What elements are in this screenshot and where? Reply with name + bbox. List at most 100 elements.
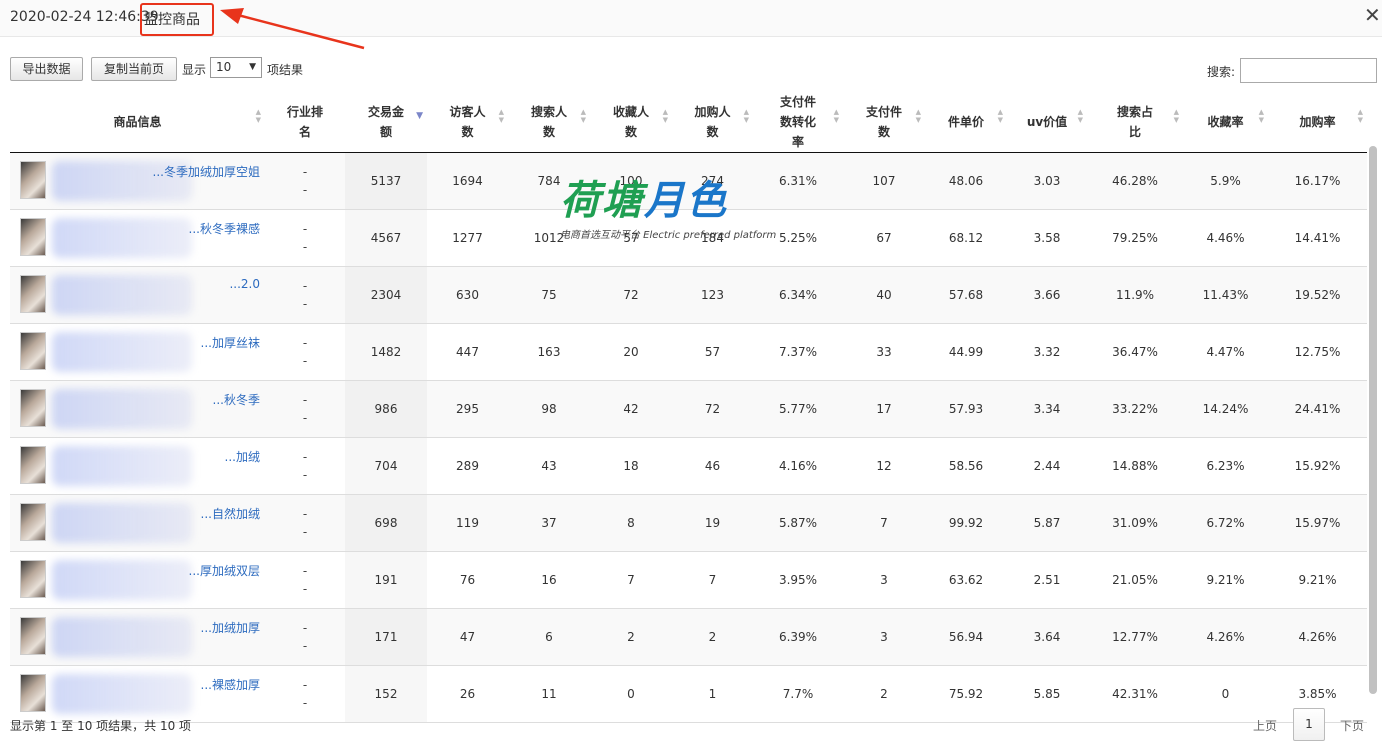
product-thumbnail[interactable]: [20, 275, 46, 313]
cell-favorite-rate: 0: [1183, 665, 1268, 723]
cell-favoriters: 7: [590, 551, 672, 609]
rank-value: -: [302, 564, 308, 578]
cell-industry-rank: --: [265, 608, 345, 666]
header-favoriters[interactable]: 收藏人数 ▲ ▼: [590, 92, 672, 153]
cell-search-ratio: 46.28%: [1087, 152, 1183, 210]
cell-paid-conversion: 5.25%: [753, 209, 843, 267]
product-thumbnail[interactable]: [20, 446, 46, 484]
search-label: 搜索:: [1207, 65, 1236, 79]
cell-cart-rate: 12.75%: [1268, 323, 1367, 381]
sort-icon: ▲ ▼: [915, 108, 921, 124]
product-thumbnail[interactable]: [20, 218, 46, 256]
cell-cart-rate: 9.21%: [1268, 551, 1367, 609]
next-page-button[interactable]: 下页: [1340, 717, 1364, 734]
header-search-ratio[interactable]: 搜索占比 ▲ ▼: [1087, 92, 1183, 153]
sort-icon: ▲ ▼: [743, 108, 749, 124]
header-trade-amount[interactable]: 交易金额 ▼: [345, 92, 427, 153]
header-label: 交易金额: [367, 105, 404, 139]
export-data-button[interactable]: 导出数据: [10, 57, 83, 81]
cell-cart-rate: 24.41%: [1268, 380, 1367, 438]
pagination-info: 显示第 1 至 10 项结果，共 10 项: [10, 719, 192, 733]
cell-cart-rate: 15.92%: [1268, 437, 1367, 495]
rank-change: -: [302, 696, 308, 710]
page-size-select[interactable]: 10 ▼: [210, 57, 262, 78]
header-product-info[interactable]: 商品信息 ▲ ▼: [10, 92, 265, 153]
header-paid-items[interactable]: 支付件数 ▲ ▼: [843, 92, 925, 153]
page-size-value: 10: [216, 60, 232, 74]
product-name-link[interactable]: 自然加绒...: [140, 505, 260, 522]
header-favorite-rate[interactable]: 收藏率 ▲ ▼: [1183, 92, 1268, 153]
header-label: uv价值: [1026, 115, 1068, 129]
product-thumbnail[interactable]: [20, 674, 46, 712]
rank-value: -: [302, 279, 308, 293]
table-row: 加绒加厚... - -171 47 6 2 2 6.39% 3 56.94 3.64 12.77% 4.…: [10, 608, 1367, 666]
cell-unit-price: 58.56: [925, 437, 1007, 495]
header-unit-price[interactable]: 件单价 ▲ ▼: [925, 92, 1007, 153]
cell-cart-adders: 274: [672, 152, 753, 210]
cell-searchers: 75: [508, 266, 590, 324]
header-cart-adders[interactable]: 加购人数 ▲ ▼: [672, 92, 753, 153]
product-name-link[interactable]: 厚加绒双层...: [140, 562, 260, 579]
cell-favoriters: 20: [590, 323, 672, 381]
product-name-link[interactable]: 秋冬季...: [140, 391, 260, 408]
product-name-link[interactable]: 冬季加绒加厚空姐...: [140, 163, 260, 180]
cell-search-ratio: 31.09%: [1087, 494, 1183, 552]
cell-paid-items: 7: [843, 494, 925, 552]
product-thumbnail[interactable]: [20, 503, 46, 541]
cell-paid-items: 2: [843, 665, 925, 723]
header-cart-rate[interactable]: 加购率 ▲ ▼: [1268, 92, 1367, 153]
cell-product-info: 厚加绒双层...: [10, 551, 265, 609]
rank-change: -: [302, 639, 308, 653]
cell-uv-value: 3.66: [1007, 266, 1087, 324]
header-label: 支付件数: [865, 105, 902, 139]
product-name-link[interactable]: 秋冬季裸感...: [140, 220, 260, 237]
close-icon[interactable]: ✕: [1364, 5, 1381, 25]
product-thumbnail[interactable]: [20, 560, 46, 598]
product-name-link[interactable]: 裸感加厚...: [140, 676, 260, 693]
rank-value: -: [302, 165, 308, 179]
cell-search-ratio: 36.47%: [1087, 323, 1183, 381]
copy-page-button[interactable]: 复制当前页: [91, 57, 177, 81]
cell-product-info: 秋冬季...: [10, 380, 265, 438]
cell-paid-items: 3: [843, 608, 925, 666]
cell-cart-adders: 7: [672, 551, 753, 609]
product-thumbnail[interactable]: [20, 332, 46, 370]
product-name-link[interactable]: 加厚丝袜...: [140, 334, 260, 351]
product-thumbnail[interactable]: [20, 161, 46, 199]
cell-cart-rate: 14.41%: [1268, 209, 1367, 267]
product-thumbnail[interactable]: [20, 617, 46, 655]
cell-trade-amount: 704: [345, 437, 427, 495]
table-row: 秋冬季裸感... - -4567 1277 1012 57 184 5.25% 67 68.12 3…: [10, 209, 1367, 267]
prev-page-button[interactable]: 上页: [1253, 717, 1277, 734]
scrollbar-thumb[interactable]: [1369, 146, 1377, 694]
cell-trade-amount: 698: [345, 494, 427, 552]
red-highlight-box: [140, 3, 214, 36]
rank-change: -: [302, 411, 308, 425]
cell-product-info: 自然加绒...: [10, 494, 265, 552]
cell-unit-price: 63.62: [925, 551, 1007, 609]
cell-searchers: 1012: [508, 209, 590, 267]
page-button-1[interactable]: 1: [1293, 708, 1325, 741]
header-paid-conversion[interactable]: 支付件数转化率 ▲ ▼: [753, 92, 843, 153]
header-uv-value[interactable]: uv价值 ▲ ▼: [1007, 92, 1087, 153]
product-name-link[interactable]: 加绒...: [140, 448, 260, 465]
rank-value: -: [302, 450, 308, 464]
cell-uv-value: 3.32: [1007, 323, 1087, 381]
cell-cart-adders: 184: [672, 209, 753, 267]
rank-change: -: [302, 183, 308, 197]
table-row: 裸感加厚... - -152 26 11 0 1 7.7% 2 75.92 5.85 42.31% 0 3…: [10, 665, 1367, 723]
header-searchers[interactable]: 搜索人数 ▲ ▼: [508, 92, 590, 153]
cell-trade-amount: 191: [345, 551, 427, 609]
table-scrollbar[interactable]: [1369, 146, 1377, 694]
cell-visitors: 119: [427, 494, 508, 552]
header-industry-rank[interactable]: 行业排名: [265, 92, 345, 153]
cell-product-info: 加厚丝袜...: [10, 323, 265, 381]
cell-visitors: 447: [427, 323, 508, 381]
product-thumbnail[interactable]: [20, 389, 46, 427]
cell-favoriters: 57: [590, 209, 672, 267]
header-visitors[interactable]: 访客人数 ▲ ▼: [427, 92, 508, 153]
product-name-link[interactable]: 加绒加厚...: [140, 619, 260, 636]
product-name-link[interactable]: 2.0...: [140, 277, 260, 291]
search-input[interactable]: [1240, 58, 1377, 83]
header-label: 加购率: [1299, 115, 1336, 129]
